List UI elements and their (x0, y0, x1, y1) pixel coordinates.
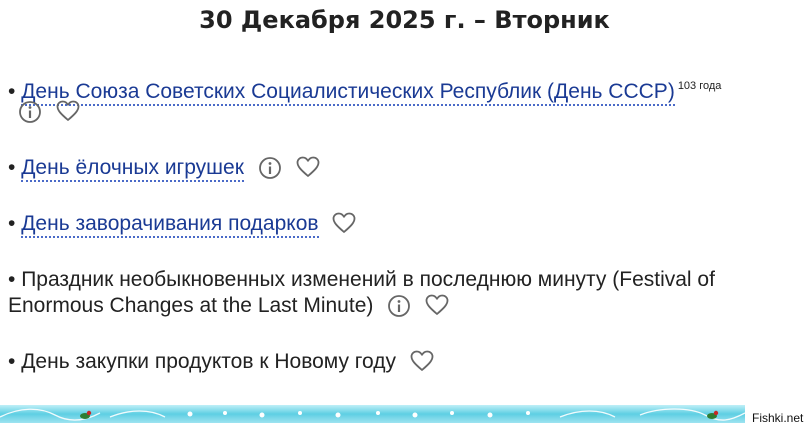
winter-decoration-band (0, 405, 745, 423)
holiday-item: • День закупки продуктов к Новому году (8, 349, 434, 375)
bullet: • (8, 268, 16, 291)
site-watermark: Fishki.net (752, 411, 804, 425)
heart-icon[interactable] (332, 212, 356, 234)
holiday-link[interactable]: День ёлочных игрушек (21, 156, 244, 182)
heart-icon[interactable] (410, 350, 434, 372)
holiday-item: • Праздник необыкновенных изменений в по… (8, 267, 798, 319)
holiday-item: • День заворачивания подарков (8, 211, 356, 238)
years-badge: 103 года (677, 80, 722, 92)
bullet: • (8, 350, 16, 373)
heart-icon[interactable] (296, 156, 320, 178)
info-icon[interactable] (258, 156, 282, 179)
holiday-text: Праздник необыкновенных изменений в посл… (8, 268, 715, 317)
page-title: 30 Декабря 2025 г. – Вторник (199, 6, 610, 34)
bullet: • (8, 212, 16, 235)
bullet: • (8, 156, 16, 179)
heart-icon[interactable] (425, 294, 449, 316)
holiday-item: • День Союза Советских Социалистических … (8, 73, 798, 106)
snowflake-pattern-icon (0, 408, 745, 421)
info-icon[interactable] (18, 100, 42, 123)
holiday-item: • День ёлочных игрушек (8, 155, 320, 182)
holiday-actions (18, 100, 90, 123)
info-icon[interactable] (387, 294, 411, 317)
holiday-text: День закупки продуктов к Новому году (21, 350, 396, 373)
holiday-link[interactable]: День Союза Советских Социалистических Ре… (21, 80, 675, 106)
holiday-link[interactable]: День заворачивания подарков (21, 212, 319, 238)
heart-icon[interactable] (56, 100, 80, 122)
bullet: • (8, 80, 16, 103)
